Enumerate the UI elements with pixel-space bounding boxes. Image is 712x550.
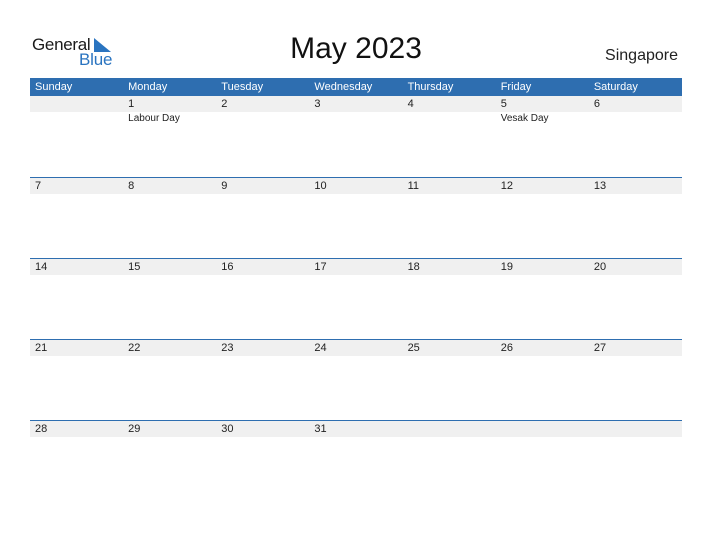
day-cell: 10: [309, 178, 402, 258]
week-row: 7 8 9 10 11 12 13: [30, 177, 682, 258]
day-cell: 11: [403, 178, 496, 258]
day-cell: 2: [216, 96, 309, 176]
day-cell: 29: [123, 421, 216, 501]
day-cell: 20: [589, 259, 682, 339]
day-cell: 26: [496, 340, 589, 420]
week-cells: 14 15 16 17 18 19 20: [30, 259, 682, 339]
day-number: 31: [314, 423, 327, 435]
day-number: 9: [221, 180, 228, 192]
holiday-label: Labour Day: [128, 113, 180, 124]
day-cell: 25: [403, 340, 496, 420]
day-cell: 22: [123, 340, 216, 420]
day-number: 27: [593, 342, 607, 354]
day-cell: 12: [496, 178, 589, 258]
day-cell: 31: [309, 421, 402, 501]
week-row: 1 Labour Day 2 3 4 5 Vesak Day 6: [30, 96, 682, 177]
week-cells: 1 Labour Day 2 3 4 5 Vesak Day 6: [30, 96, 682, 176]
weekday-wednesday: Wednesday: [314, 81, 373, 93]
day-cell: [496, 421, 589, 501]
day-number: 6: [593, 98, 600, 110]
day-number: 29: [128, 423, 141, 435]
day-number: 17: [314, 261, 327, 273]
day-number: 20: [593, 261, 607, 273]
weekday-monday: Monday: [128, 81, 168, 93]
weekday-saturday: Saturday: [593, 81, 638, 93]
day-cell: 16: [216, 259, 309, 339]
day-cell: 5 Vesak Day: [496, 96, 589, 176]
day-cell: 30: [216, 421, 309, 501]
day-number: 16: [221, 261, 234, 273]
day-number: 11: [407, 180, 419, 192]
weekday-thursday: Thursday: [407, 81, 454, 93]
day-number: 25: [407, 342, 420, 354]
day-cell: 8: [123, 178, 216, 258]
day-number: 21: [35, 342, 48, 354]
day-cell: 21: [30, 340, 123, 420]
day-cell: 9: [216, 178, 309, 258]
week-row: 21 22 23 24 25 26 27: [30, 339, 682, 420]
week-cells: 21 22 23 24 25 26 27: [30, 340, 682, 420]
day-cell: 1 Labour Day: [123, 96, 216, 176]
day-number: 2: [221, 98, 228, 110]
day-number: 10: [314, 180, 327, 192]
day-cell: 23: [216, 340, 309, 420]
day-number: [501, 421, 589, 437]
week-row: 14 15 16 17 18 19 20: [30, 258, 682, 339]
calendar-grid: Sunday Monday Tuesday Wednesday Thursday…: [30, 78, 682, 501]
holiday-label: Vesak Day: [500, 113, 549, 124]
day-cell: 19: [496, 259, 589, 339]
weeks-container: 1 Labour Day 2 3 4 5 Vesak Day 6 7 8 9 10 11 12 13 14 15…: [30, 96, 682, 501]
day-number: 18: [407, 261, 420, 273]
day-cell: 4: [403, 96, 496, 176]
day-number: 19: [500, 261, 513, 273]
day-number: 7: [35, 180, 42, 192]
country-label: Singapore: [605, 47, 678, 64]
day-cell: 27: [589, 340, 682, 420]
day-cell: [403, 421, 496, 501]
day-number: [35, 96, 123, 112]
day-number: 3: [314, 98, 321, 110]
day-number: 8: [128, 180, 135, 192]
day-number: 5: [500, 98, 507, 110]
day-number: 14: [35, 261, 48, 273]
day-number: 12: [500, 180, 513, 192]
weekday-header: Sunday Monday Tuesday Wednesday Thursday…: [30, 78, 682, 96]
day-number: 22: [128, 342, 141, 354]
day-number: 30: [221, 423, 234, 435]
weekday-tuesday: Tuesday: [221, 81, 264, 93]
day-cell: 24: [309, 340, 402, 420]
week-cells: 7 8 9 10 11 12 13: [30, 178, 682, 258]
day-cell: [30, 96, 123, 176]
day-number: 23: [221, 342, 234, 354]
day-number: [408, 421, 496, 437]
day-cell: 28: [30, 421, 123, 501]
day-number: 15: [128, 261, 141, 273]
day-cell: 14: [30, 259, 123, 339]
day-cell: 15: [123, 259, 216, 339]
day-number: 13: [593, 180, 607, 192]
day-cell: 17: [309, 259, 402, 339]
week-cells: 28 29 30 31: [30, 421, 682, 501]
day-cell: [589, 421, 682, 501]
day-cell: 13: [589, 178, 682, 258]
day-number: 26: [500, 342, 513, 354]
day-number: 1: [128, 98, 135, 110]
weekday-sunday: Sunday: [35, 81, 73, 93]
day-cell: 6: [589, 96, 682, 176]
weekday-friday: Friday: [500, 81, 532, 93]
day-number: 24: [314, 342, 327, 354]
day-number: 28: [35, 423, 48, 435]
day-cell: 18: [403, 259, 496, 339]
day-number: 4: [407, 98, 414, 110]
day-cell: 7: [30, 178, 123, 258]
week-row: 28 29 30 31: [30, 420, 682, 501]
day-number: [594, 421, 682, 437]
day-cell: 3: [309, 96, 402, 176]
